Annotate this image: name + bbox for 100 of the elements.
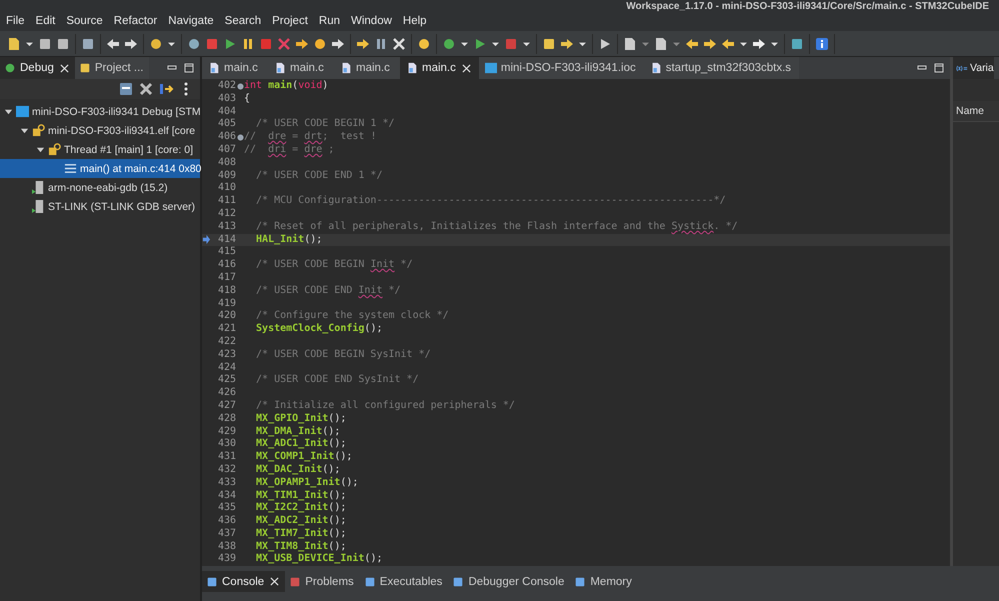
maximize-icon[interactable] xyxy=(183,62,195,74)
line-number: 435 xyxy=(216,502,236,516)
line-number: 413 xyxy=(216,220,236,234)
server-icon xyxy=(32,181,45,194)
menu-item[interactable]: Search xyxy=(222,15,270,27)
line-number: 414 xyxy=(216,234,236,246)
editor-tab[interactable]: startup_stm32f303cbtx.s xyxy=(644,57,800,79)
line-number: 431 xyxy=(216,451,236,464)
variables-icon xyxy=(956,64,968,72)
code-line: /* MCU Configuration--------------------------------------------------------*/ xyxy=(255,195,726,208)
line-number: 412 xyxy=(216,208,236,221)
line-number: 438 xyxy=(216,540,236,554)
code-line: MX_DAC_Init(); xyxy=(255,464,340,476)
line-number: 422 xyxy=(216,336,236,349)
line-number: 410 xyxy=(216,182,236,196)
menu-item[interactable]: Help xyxy=(400,15,435,27)
fold-marker-icon[interactable] xyxy=(236,82,244,90)
menu-item[interactable]: Window xyxy=(348,15,400,27)
code-line: MX_ADC2_Init(); xyxy=(255,515,346,528)
line-number: 417 xyxy=(216,272,236,285)
expand-arrow-icon[interactable] xyxy=(36,145,45,154)
tree-item[interactable]: ST-LINK (ST-LINK GDB server) xyxy=(0,197,200,216)
tree-item-label: mini-DSO-F303-ili9341 Debug [STM xyxy=(32,106,201,118)
tree-item[interactable]: mini-DSO-F303-ili9341 Debug [STM xyxy=(0,102,200,121)
disconnect-icon[interactable] xyxy=(276,36,292,52)
code-line: { xyxy=(244,92,250,106)
code-line: MX_DMA_Init(); xyxy=(255,426,340,438)
line-number: 423 xyxy=(216,348,236,362)
line-number: 404 xyxy=(216,106,236,118)
code-line: /* Initialize all configured peripherals */ xyxy=(255,400,515,412)
variables-tab[interactable]: Varia xyxy=(953,57,994,79)
editor-tab[interactable]: main.c xyxy=(202,57,268,79)
info-icon[interactable] xyxy=(814,36,830,52)
line-number: 428 xyxy=(216,412,236,426)
code-line: // dre = drt; test ! xyxy=(244,131,376,144)
menu-item[interactable]: Project xyxy=(269,15,316,27)
code-line: int main(void) xyxy=(244,80,328,93)
console-tab[interactable]: Console xyxy=(202,571,286,592)
line-number: 405 xyxy=(216,118,236,132)
close-icon[interactable] xyxy=(270,577,280,586)
code-line: MX_USB_DEVICE_Init(); xyxy=(255,553,382,566)
line-number: 433 xyxy=(216,476,236,490)
close-icon[interactable] xyxy=(60,64,69,72)
editor-tab[interactable]: main.c xyxy=(400,57,479,79)
fold-marker-icon[interactable] xyxy=(236,134,244,142)
tree-item[interactable]: mini-DSO-F303-ili9341.elf [core xyxy=(0,121,200,140)
view-tab[interactable]: Debug xyxy=(0,57,75,79)
close-icon[interactable] xyxy=(462,64,471,72)
line-number: 439 xyxy=(216,553,236,566)
menu-item[interactable]: Run xyxy=(316,15,348,27)
collapse-all-icon[interactable] xyxy=(118,81,134,97)
view-tab[interactable]: Project ... xyxy=(74,57,150,79)
line-number: 430 xyxy=(216,438,236,452)
menu-item[interactable]: Edit xyxy=(32,15,64,27)
console-tab[interactable]: Executables xyxy=(360,571,448,592)
tree-item[interactable]: Thread #1 [main] 1 [core: 0] xyxy=(0,140,200,159)
code-line: /* Reset of all peripherals, Initializes the Flash interface and the Systick. */ xyxy=(255,220,738,234)
remove-all-icon[interactable] xyxy=(138,81,154,97)
line-number: 426 xyxy=(216,387,236,400)
line-number: 436 xyxy=(216,515,236,528)
edit-icon[interactable] xyxy=(622,36,638,52)
new-file-icon[interactable] xyxy=(6,36,22,52)
console-tab[interactable]: Problems xyxy=(285,571,360,592)
code-line: MX_ADC1_Init(); xyxy=(255,438,346,450)
expand-arrow-icon[interactable] xyxy=(4,107,13,116)
line-number: 418 xyxy=(216,284,236,298)
expand-arrow-icon[interactable] xyxy=(20,126,29,135)
code-line: MX_TIM1_Init(); xyxy=(255,490,346,502)
line-number: 427 xyxy=(216,400,236,413)
line-number: 415 xyxy=(216,246,236,260)
code-line: /* Configure the system clock */ xyxy=(255,310,449,322)
code-line: MX_OPAMP1_Init(); xyxy=(255,476,358,490)
editor-tab[interactable]: main.c xyxy=(268,57,334,79)
instruction-stepping-icon[interactable] xyxy=(158,81,174,97)
line-number: 432 xyxy=(216,464,236,477)
menu-item[interactable]: Source xyxy=(63,15,111,27)
code-line: /* USER CODE END 1 */ xyxy=(255,170,382,182)
menu-item[interactable]: Navigate xyxy=(165,15,222,27)
line-number: 434 xyxy=(216,490,236,502)
editor-tab[interactable]: main.c xyxy=(334,57,400,79)
menu-item[interactable]: Refactor xyxy=(110,15,166,27)
line-number: 402 xyxy=(216,80,236,93)
line-number: 429 xyxy=(216,426,236,438)
line-number: 425 xyxy=(216,374,236,388)
line-number: 420 xyxy=(216,310,236,324)
menu-item[interactable]: File xyxy=(3,15,33,27)
column-header[interactable]: Name xyxy=(953,101,999,122)
editor-tab[interactable]: mini-DSO-F303-ili9341.ioc xyxy=(478,57,644,79)
console-tab[interactable]: Debugger Console xyxy=(448,571,570,592)
maximize-icon[interactable] xyxy=(933,62,945,74)
line-number: 416 xyxy=(216,259,236,272)
console-tab[interactable]: Memory xyxy=(570,571,638,592)
code-line: MX_I2C2_Init(); xyxy=(255,502,346,514)
code-line: SystemClock_Config(); xyxy=(255,323,382,336)
code-line: HAL_Init(); xyxy=(255,234,322,246)
code-line: /* USER CODE END Init */ xyxy=(255,284,401,298)
line-number: 421 xyxy=(216,323,236,336)
line-number: 407 xyxy=(216,144,236,157)
line-number: 406 xyxy=(216,131,236,144)
tree-item[interactable]: arm-none-eabi-gdb (15.2) xyxy=(0,178,200,197)
